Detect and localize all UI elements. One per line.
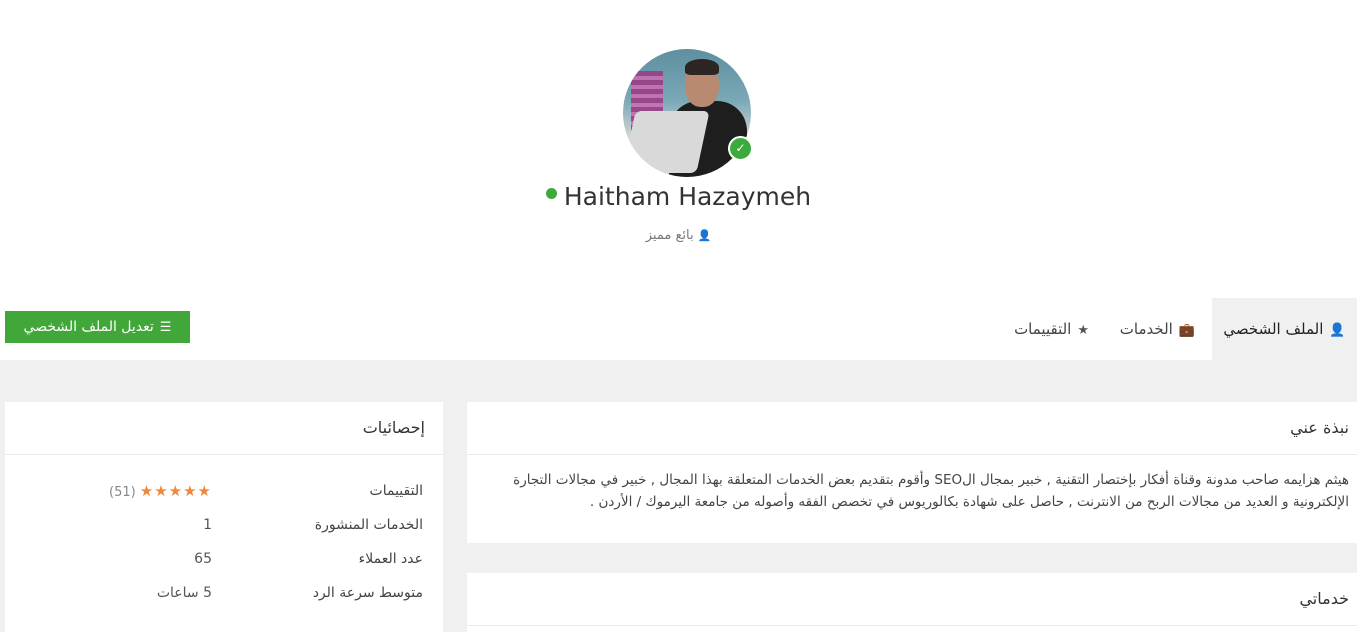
rating-value: ★★★★★(51) <box>109 476 212 508</box>
stat-label: عدد العملاء <box>358 551 423 567</box>
tab-label: الملف الشخصي <box>1223 320 1324 338</box>
stat-label: التقييمات <box>369 483 423 499</box>
edit-profile-button[interactable]: ☰ تعديل الملف الشخصي <box>5 311 190 343</box>
stat-value: 1 <box>203 517 212 533</box>
about-text: هيثم هزايمه صاحب مدونة وقناة أفكار بإختص… <box>513 472 1349 510</box>
edit-profile-label: تعديل الملف الشخصي <box>23 319 154 335</box>
profile-name: Haitham Hazaymeh <box>563 182 812 211</box>
online-status-icon <box>545 188 557 199</box>
name-row: Haitham Hazaymeh <box>0 182 1357 211</box>
seller-level-label: بائع مميز <box>645 228 694 243</box>
stat-row-rating: التقييمات ★★★★★(51) <box>23 476 423 506</box>
about-title: نبذة عني <box>467 402 1357 455</box>
user-icon: 👤 <box>697 229 712 242</box>
rating-stars-icon: ★★★★★ <box>139 482 212 500</box>
services-title: خدماتي <box>467 573 1357 626</box>
about-card: نبذة عني هيثم هزايمه صاحب مدونة وقناة أف… <box>467 402 1357 543</box>
services-card: خدماتي <box>467 573 1357 643</box>
stat-row-response-time: متوسط سرعة الرد 5 ساعات <box>23 578 423 608</box>
seller-level: 👤بائع مميز <box>0 228 1357 243</box>
verified-badge-icon: ✓ <box>728 136 753 161</box>
avatar[interactable]: ✓ <box>623 49 753 177</box>
briefcase-icon: 💼 <box>1178 323 1195 338</box>
stats-title: إحصائيات <box>5 402 443 455</box>
stat-value: 65 <box>194 551 212 567</box>
stat-row-published-services: الخدمات المنشورة 1 <box>23 510 423 540</box>
profile-tabs: 👤 الملف الشخصي 💼 الخدمات ★ التقييمات ☰ تعديل… <box>0 298 1357 360</box>
profile-header: ✓ Haitham Hazaymeh 👤بائع مميز <box>0 0 1357 298</box>
stat-label: الخدمات المنشورة <box>314 517 423 533</box>
tab-services[interactable]: 💼 الخدمات <box>1120 298 1195 360</box>
stats-card: إحصائيات التقييمات ★★★★★(51) الخدمات الم… <box>5 402 443 642</box>
stat-value: 5 ساعات <box>156 585 212 601</box>
tab-label: التقييمات <box>1014 320 1072 338</box>
star-icon: ★ <box>1077 323 1089 338</box>
rating-count: (51) <box>109 485 136 500</box>
user-icon: 👤 <box>1329 323 1346 338</box>
tab-profile[interactable]: 👤 الملف الشخصي <box>1212 298 1357 360</box>
tab-label: الخدمات <box>1119 320 1173 338</box>
tab-reviews[interactable]: ★ التقييمات <box>1014 298 1089 360</box>
sliders-icon: ☰ <box>159 320 172 335</box>
stat-row-clients: عدد العملاء 65 <box>23 544 423 574</box>
stat-label: متوسط سرعة الرد <box>312 585 423 601</box>
